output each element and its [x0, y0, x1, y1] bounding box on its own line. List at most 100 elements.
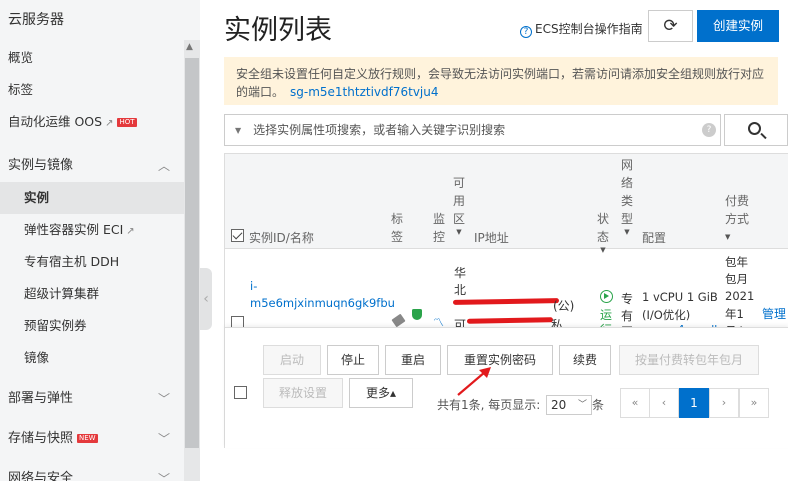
sidebar-item-oos[interactable]: 自动化运维 OOS ↗ HOT	[0, 106, 184, 138]
chevron-left-icon: ‹	[203, 291, 209, 307]
release-settings-button[interactable]: 释放设置	[263, 378, 343, 408]
sidebar-item-scc[interactable]: 超级计算集群	[0, 278, 184, 310]
network-line: 有	[621, 309, 634, 323]
sidebar-item-label: 实例与镜像	[8, 158, 74, 173]
batch-action-bar: 启动 停止 重启 重置实例密码 续费 按量付费转包年包月 释放设置 更多▴ 共有…	[225, 327, 788, 448]
page-size-value: 20	[551, 398, 567, 412]
col-status[interactable]: 状态 ▼	[596, 210, 610, 254]
stop-button[interactable]: 停止	[327, 345, 379, 375]
caret-down-icon: ▼	[456, 228, 462, 236]
sidebar-item-tags[interactable]: 标签	[0, 74, 184, 106]
pagination-total: 共有1条, 每页显示:	[437, 398, 541, 412]
security-group-link[interactable]: sg-m5e1thtztivdf76tvju4	[290, 85, 439, 99]
billing-line: 包年	[725, 255, 748, 269]
last-page-button[interactable]: »	[739, 388, 769, 418]
select-all-checkbox[interactable]	[231, 229, 244, 242]
sidebar: 云服务器 概览 标签 自动化运维 OOS ↗ HOT 实例与镜像 ︿ 实例 弹性容器实…	[0, 0, 200, 481]
sidebar-group-storage[interactable]: 存储与快照 NEW ﹀	[0, 423, 184, 455]
search-input[interactable]: ▼ 选择实例属性项搜索，或者输入关键字识别搜索 ?	[224, 114, 721, 146]
shield-icon	[412, 309, 422, 320]
col-tag: 标签	[390, 212, 403, 244]
search-placeholder: 选择实例属性项搜索，或者输入关键字识别搜索	[253, 123, 506, 137]
col-ip: IP地址	[474, 231, 509, 245]
sidebar-item-label: 网络与安全	[8, 471, 74, 481]
sidebar-item-label: 超级计算集群	[24, 286, 100, 301]
bulk-select-checkbox[interactable]	[234, 386, 247, 399]
network-line: 专	[621, 292, 634, 306]
tag-icon[interactable]	[391, 313, 406, 328]
manage-link[interactable]: 管理	[762, 305, 786, 322]
more-button[interactable]: 更多▴	[349, 378, 413, 408]
sidebar-collapse-handle[interactable]: ‹	[200, 268, 212, 330]
billing-line: 年1	[725, 307, 744, 321]
table-header: 实例ID/名称 标签 监控 可用区 ▼ IP地址 状态 ▼ 网络类型 ▼ 配置 付费方…	[225, 154, 788, 254]
help-link[interactable]: ? ECS控制台操作指南	[520, 20, 643, 38]
sidebar-item-instances[interactable]: 实例	[0, 182, 184, 214]
caret-down-icon: ▼	[624, 228, 630, 236]
col-billing[interactable]: 付费方式 ▼	[725, 192, 755, 246]
config-line: 1 vCPU 1 GiB	[642, 290, 718, 304]
ecs-console: 云服务器 概览 标签 自动化运维 OOS ↗ HOT 实例与镜像 ︿ 实例 弹性容器实…	[0, 0, 788, 481]
convert-billing-button[interactable]: 按量付费转包年包月	[619, 345, 759, 375]
col-billing-label: 付费方式	[725, 194, 750, 226]
create-instance-button[interactable]: 创建实例	[697, 10, 779, 42]
instance-id-link[interactable]: i-m5e6mjxinmuqn6gk9fbu	[250, 278, 395, 312]
col-zone-label: 可用区	[452, 176, 465, 226]
chevron-down-icon: ﹀	[577, 400, 587, 410]
zone-line: 北	[454, 283, 467, 297]
sidebar-group-network[interactable]: 网络与安全 ﹀	[0, 463, 184, 481]
chevron-down-icon: ﹀	[157, 392, 170, 406]
page-size-select[interactable]: 20 ﹀	[546, 395, 592, 415]
sidebar-item-label: 部署与弹性	[8, 391, 74, 406]
sidebar-item-overview[interactable]: 概览	[0, 42, 184, 74]
external-link-icon: ↗	[126, 226, 135, 237]
first-page-button[interactable]: «	[620, 388, 650, 418]
config-line: (I/O优化)	[642, 308, 691, 322]
sidebar-item-eci[interactable]: 弹性容器实例 ECI ↗	[0, 214, 184, 246]
redaction-mark-private-ip	[466, 317, 554, 324]
page-title: 实例列表	[224, 15, 332, 46]
sidebar-group-deploy-elastic[interactable]: 部署与弹性 ﹀	[0, 383, 184, 415]
question-icon: ?	[520, 26, 532, 38]
sidebar-scroll-thumb[interactable]	[185, 58, 199, 448]
sidebar-item-label: 预留实例券	[24, 318, 87, 333]
external-link-icon: ↗	[105, 118, 114, 129]
col-zone[interactable]: 可用区 ▼	[452, 174, 466, 236]
sidebar-item-label: 弹性容器实例 ECI	[24, 222, 124, 237]
ip-public-suffix: (公)	[553, 299, 575, 313]
help-link-label: ECS控制台操作指南	[535, 22, 643, 36]
sidebar-item-reserved[interactable]: 预留实例券	[0, 310, 184, 342]
page-size-unit: 条	[592, 398, 605, 412]
col-monitor: 监控	[432, 212, 445, 244]
zone-line: 华	[454, 266, 467, 280]
sidebar-item-label: 存储与快照	[8, 431, 74, 446]
instance-table: 实例ID/名称 标签 监控 可用区 ▼ IP地址 状态 ▼ 网络类型 ▼ 配置 付费方…	[224, 153, 788, 448]
annotation-arrow-icon	[457, 367, 491, 396]
sidebar-item-images[interactable]: 镜像	[0, 342, 184, 374]
sidebar-item-ddh[interactable]: 专有宿主机 DDH	[0, 246, 184, 278]
search-button[interactable]	[724, 114, 788, 146]
renew-button[interactable]: 续费	[559, 345, 611, 375]
sidebar-item-label: 实例	[24, 190, 50, 205]
next-page-button[interactable]: ›	[709, 388, 739, 418]
page-1-button[interactable]: 1	[679, 388, 709, 418]
prev-page-button[interactable]: ‹	[649, 388, 679, 418]
restart-button[interactable]: 重启	[385, 345, 441, 375]
refresh-icon: ⟳	[663, 16, 678, 36]
col-id-name[interactable]: 实例ID/名称	[249, 229, 314, 246]
chevron-down-icon: ﹀	[157, 472, 170, 481]
col-network-type[interactable]: 网络类型 ▼	[620, 156, 634, 236]
chevron-down-icon: ﹀	[157, 432, 170, 446]
sidebar-group-instances-images[interactable]: 实例与镜像 ︿	[0, 150, 184, 182]
search-icon	[748, 122, 761, 135]
help-icon[interactable]: ?	[702, 123, 716, 137]
chevron-up-icon: ︿	[157, 159, 170, 173]
caret-down-icon: ▼	[725, 233, 731, 241]
sidebar-item-label: 镜像	[24, 350, 50, 365]
hot-badge: HOT	[117, 118, 137, 127]
scroll-up-icon[interactable]: ▲	[186, 42, 193, 52]
sidebar-item-label: 专有宿主机 DDH	[24, 254, 120, 269]
refresh-button[interactable]: ⟳	[648, 10, 693, 42]
start-button[interactable]: 启动	[263, 345, 321, 375]
caret-down-icon[interactable]: ▼	[235, 126, 241, 135]
